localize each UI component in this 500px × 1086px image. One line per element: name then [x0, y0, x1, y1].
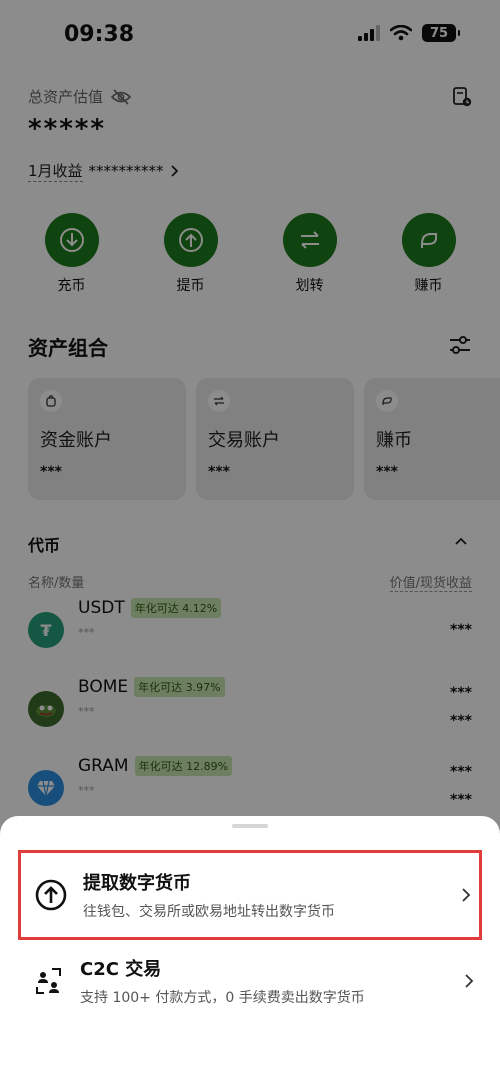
option-subtitle: 往钱包、交易所或欧易地址转出数字货币 — [83, 904, 335, 920]
sheet-drag-handle[interactable] — [232, 824, 268, 828]
c2c-icon — [30, 963, 66, 999]
option-subtitle: 支持 100+ 付款方式，0 手续费卖出数字货币 — [80, 990, 365, 1006]
option-title: 提取数字货币 — [83, 873, 191, 894]
option-withdraw-crypto[interactable]: 提取数字货币 往钱包、交易所或欧易地址转出数字货币 — [18, 850, 482, 940]
chevron-right-icon — [462, 888, 471, 902]
chevron-right-icon — [465, 974, 474, 988]
option-title: C2C 交易 — [80, 959, 162, 980]
withdraw-bottom-sheet: 提取数字货币 往钱包、交易所或欧易地址转出数字货币 C2C 交易 支持 100+… — [0, 816, 500, 1086]
withdraw-icon — [33, 877, 69, 913]
option-c2c-trade[interactable]: C2C 交易 支持 100+ 付款方式，0 手续费卖出数字货币 — [18, 936, 482, 1026]
option-text: 提取数字货币 往钱包、交易所或欧易地址转出数字货币 — [83, 869, 459, 921]
assets-page: 09:38 75 总资产估值 ***** 1月收益 ********** 充币 … — [0, 0, 500, 1086]
option-text: C2C 交易 支持 100+ 付款方式，0 手续费卖出数字货币 — [80, 955, 462, 1007]
